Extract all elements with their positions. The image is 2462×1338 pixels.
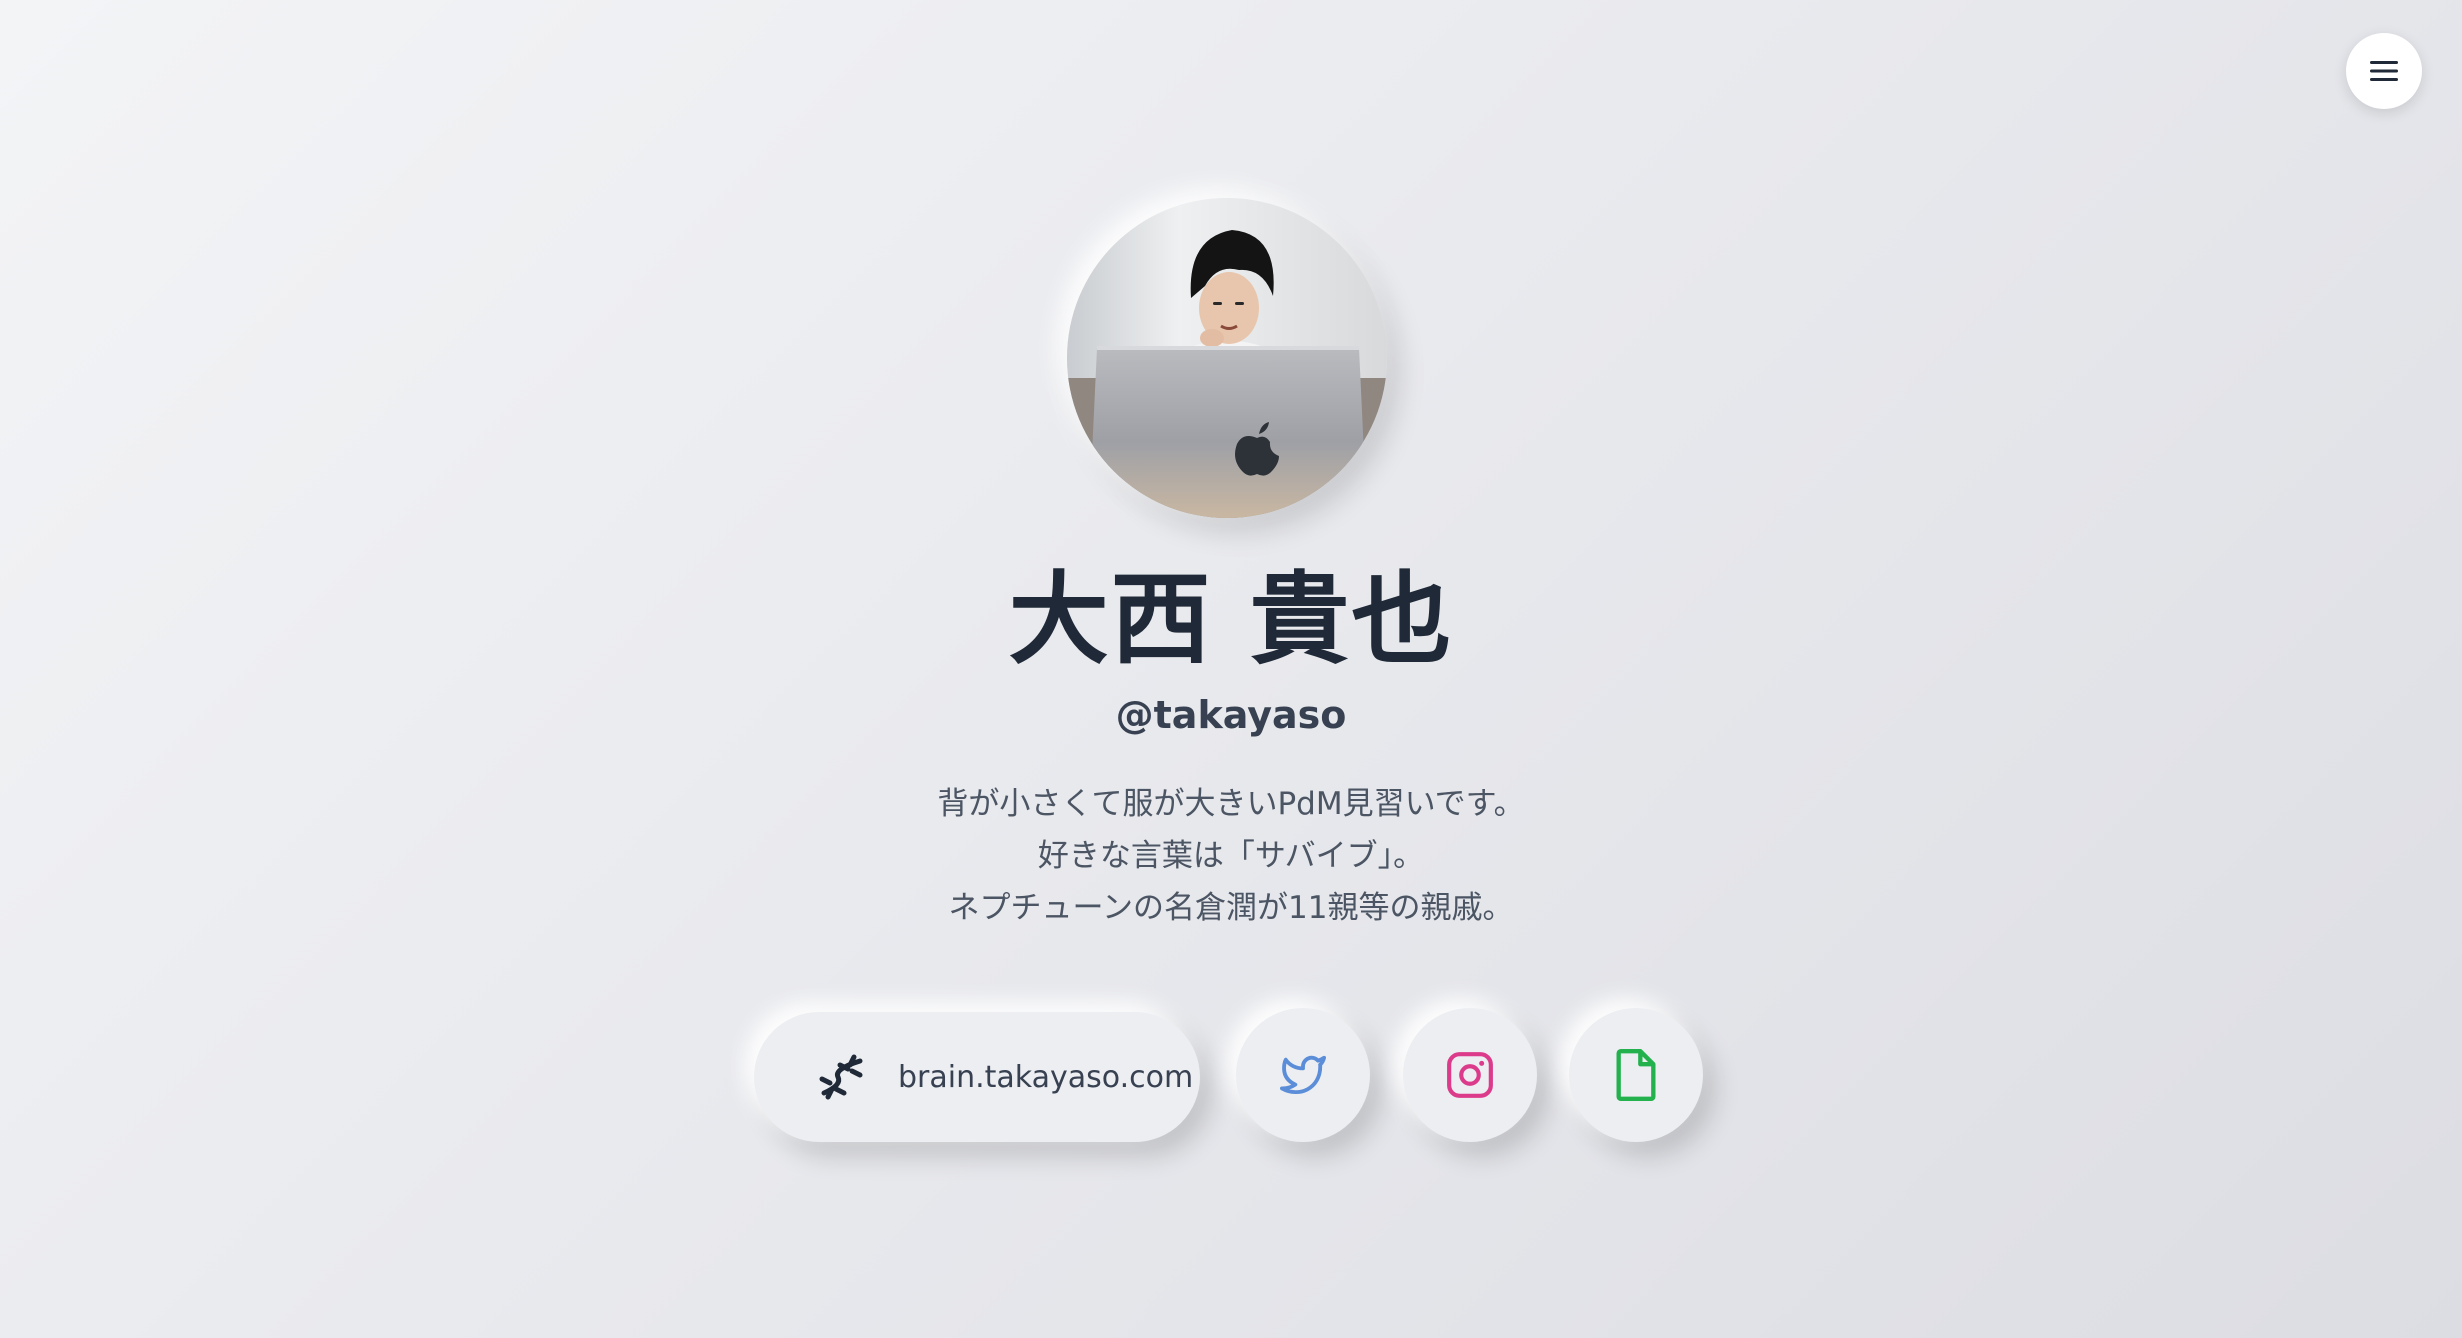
bio-line: ネプチューンの名倉潤が11親等の親戚。 bbox=[948, 890, 1514, 926]
document-icon bbox=[1616, 1049, 1656, 1101]
bio-line: 好きな言葉は「サバイブ」。 bbox=[1037, 838, 1425, 874]
document-button[interactable] bbox=[1569, 1008, 1703, 1142]
profile-bio: 背が小さくて服が大きいPdM見習いです。 好きな言葉は「サバイブ」。 ネプチュー… bbox=[0, 778, 2462, 934]
avatar-photo bbox=[1067, 198, 1387, 518]
instagram-icon bbox=[1447, 1052, 1493, 1098]
bio-line: 背が小さくて服が大きいPdM見習いです。 bbox=[937, 786, 1525, 822]
twitter-button[interactable] bbox=[1236, 1008, 1370, 1142]
website-link-button[interactable]: brain.takayaso.com bbox=[754, 1012, 1200, 1142]
profile-handle: @takayaso bbox=[1115, 693, 1347, 737]
dna-icon bbox=[819, 1054, 863, 1100]
website-link-label: brain.takayaso.com bbox=[898, 1059, 1194, 1095]
instagram-button[interactable] bbox=[1403, 1008, 1537, 1142]
hamburger-menu-icon bbox=[2370, 61, 2398, 81]
profile-name: 大西 貴也 bbox=[1008, 561, 1454, 678]
twitter-icon bbox=[1280, 1055, 1326, 1094]
avatar bbox=[1067, 198, 1387, 518]
menu-button[interactable] bbox=[2346, 33, 2422, 109]
